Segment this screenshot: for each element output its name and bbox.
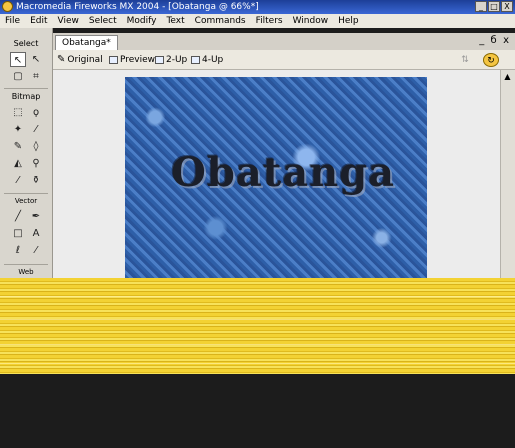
menu-file[interactable]: File — [0, 14, 25, 28]
menu-bar: File Edit View Select Modify Text Comman… — [0, 14, 515, 28]
band-streak — [0, 344, 515, 345]
scale-tool-icon[interactable]: ▢ — [10, 69, 26, 84]
preview-view-button[interactable]: Preview — [109, 51, 155, 69]
yellow-distortion-band — [0, 278, 515, 374]
knife-tool-icon[interactable]: ⁄ — [28, 243, 44, 258]
scroll-up-arrow-icon[interactable]: ▲ — [503, 72, 512, 81]
quick-export-icon[interactable]: ↻ — [483, 53, 499, 67]
canvas-area[interactable]: Obatanga — [53, 70, 501, 278]
menu-modify[interactable]: Modify — [122, 14, 162, 28]
title-bar: Macromedia Fireworks MX 2004 - [Obatanga… — [0, 0, 515, 14]
rectangle-tool-icon[interactable]: □ — [10, 226, 26, 241]
restore-button[interactable]: □ — [488, 1, 500, 12]
window-buttons: _ □ X — [475, 1, 513, 12]
tools-panel: Select ↖ ↖ ▢ ⌗ Bitmap ⬚ ϙ ✦ ⁄ ✎ ◊ ◭ ⚲ ⁄ … — [0, 28, 53, 278]
eyedropper-tool-icon[interactable]: ⁄ — [10, 173, 26, 188]
text-tool-icon[interactable]: A — [28, 226, 44, 241]
two-up-view-button[interactable]: 2-Up — [155, 51, 187, 69]
preview-view-label: Preview — [120, 55, 156, 65]
window-title: Macromedia Fireworks MX 2004 - [Obatanga… — [16, 2, 259, 12]
menu-select[interactable]: Select — [84, 14, 122, 28]
menu-help[interactable]: Help — [333, 14, 364, 28]
four-up-view-button[interactable]: 4-Up — [191, 51, 223, 69]
eraser-tool-icon[interactable]: ◊ — [28, 139, 44, 154]
document-tab-bar: Obatanga* _ б x — [53, 33, 515, 50]
menu-view[interactable]: View — [53, 14, 84, 28]
close-button[interactable]: X — [501, 1, 513, 12]
lasso-tool-icon[interactable]: ϙ — [28, 105, 44, 120]
tools-section-web: Web — [18, 268, 34, 276]
tools-section-vector: Vector — [14, 197, 38, 205]
document-image[interactable]: Obatanga — [125, 77, 427, 278]
two-up-view-label: 2-Up — [166, 55, 188, 65]
brush-tool-icon[interactable]: ⁄ — [28, 122, 44, 137]
black-area — [0, 374, 515, 448]
view-toolbar: ✎ Original Preview 2-Up 4-Up ⇅ ↻ — [53, 51, 515, 70]
two-up-icon — [155, 56, 164, 64]
marquee-tool-icon[interactable]: ⬚ — [10, 105, 26, 120]
pencil-tool-icon[interactable]: ✎ — [10, 139, 26, 154]
menu-text[interactable]: Text — [161, 14, 189, 28]
menu-filters[interactable]: Filters — [251, 14, 288, 28]
obatanga-text-graphic: Obatanga — [171, 149, 396, 196]
magic-wand-tool-icon[interactable]: ✦ — [10, 122, 26, 137]
document-tab[interactable]: Obatanga* — [55, 35, 118, 50]
band-streak — [0, 319, 515, 320]
menu-window[interactable]: Window — [288, 14, 334, 28]
optimize-icon[interactable]: ⇅ — [457, 53, 473, 67]
paint-bucket-tool-icon[interactable]: ⚱ — [28, 173, 44, 188]
document-window: Obatanga* _ б x ✎ Original Preview 2-Up … — [53, 33, 515, 278]
pointer-tool-icon[interactable]: ↖ — [10, 52, 26, 67]
document-window-controls[interactable]: _ б x — [479, 35, 509, 47]
menu-commands[interactable]: Commands — [190, 14, 251, 28]
subselect-tool-icon[interactable]: ↖ — [28, 52, 44, 67]
original-view-button[interactable]: ✎ Original — [57, 51, 103, 69]
menu-edit[interactable]: Edit — [25, 14, 52, 28]
crop-tool-icon[interactable]: ⌗ — [28, 69, 44, 84]
pencil-icon: ✎ — [57, 54, 66, 65]
four-up-icon — [191, 56, 200, 64]
blur-tool-icon[interactable]: ◭ — [10, 156, 26, 171]
pen-tool-icon[interactable]: ✒ — [28, 209, 44, 224]
tools-divider — [4, 193, 48, 194]
rubber-stamp-tool-icon[interactable]: ⚲ — [28, 156, 44, 171]
four-up-view-label: 4-Up — [202, 55, 224, 65]
minimize-button[interactable]: _ — [475, 1, 487, 12]
tools-divider — [4, 88, 48, 89]
original-view-label: Original — [67, 55, 103, 65]
preview-icon — [109, 56, 118, 64]
band-streak — [0, 296, 515, 297]
freeform-tool-icon[interactable]: ℓ — [10, 243, 26, 258]
tools-section-select: Select — [13, 39, 39, 48]
band-streak — [0, 363, 515, 364]
vertical-scrollbar[interactable]: ▲ — [500, 70, 515, 278]
tools-divider — [4, 264, 48, 265]
tools-section-bitmap: Bitmap — [11, 92, 41, 101]
line-tool-icon[interactable]: ╱ — [10, 209, 26, 224]
fireworks-app-icon[interactable] — [2, 1, 13, 12]
